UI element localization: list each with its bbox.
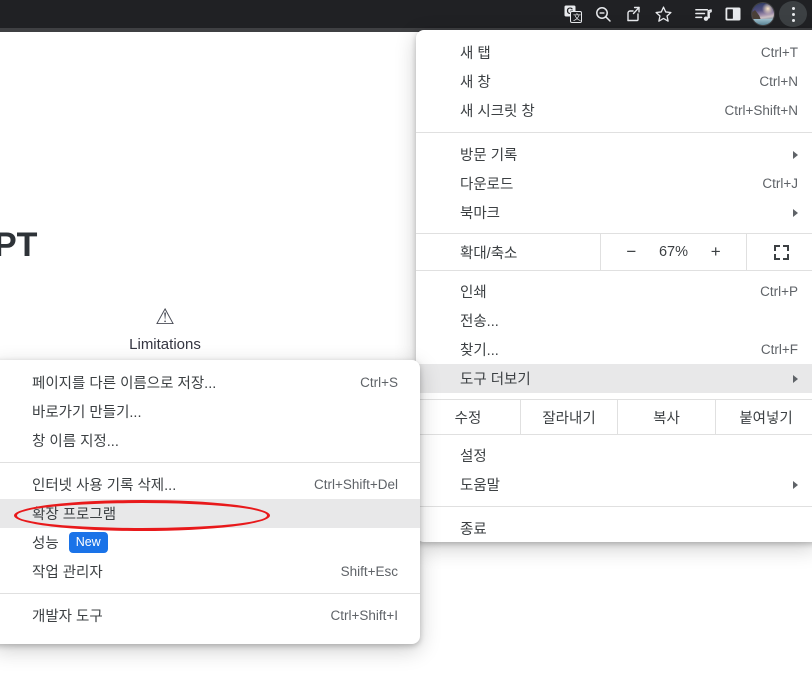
menu-separator: [0, 593, 420, 594]
toolbar-icon-group: G 文: [558, 0, 808, 28]
menu-item-shortcut: Ctrl+N: [735, 74, 798, 89]
menu-item-label: 인터넷 사용 기록 삭제...: [32, 474, 176, 495]
new-badge: New: [69, 532, 108, 554]
limitations-card: ⚠ Limitations: [120, 304, 210, 353]
submenu-item-save-page-as[interactable]: 페이지를 다른 이름으로 저장... Ctrl+S: [0, 368, 420, 397]
menu-item-label: 북마크: [460, 202, 500, 223]
more-tools-submenu: 페이지를 다른 이름으로 저장... Ctrl+S 바로가기 만들기... 창 …: [0, 360, 420, 644]
limitations-caption: Limitations: [120, 336, 210, 353]
menu-item-label: 개발자 도구: [32, 605, 103, 626]
menu-item-label: 인쇄: [460, 281, 487, 302]
menu-item-shortcut: Ctrl+J: [738, 176, 798, 191]
menu-item-label: 종료: [460, 518, 487, 539]
menu-item-shortcut: Ctrl+S: [336, 375, 398, 390]
menu-edit-row: 수정 잘라내기 복사 붙여넣기: [416, 399, 812, 435]
menu-item-shortcut: Ctrl+Shift+Del: [290, 477, 398, 492]
edit-cut-button[interactable]: 잘라내기: [520, 400, 617, 434]
menu-item-shortcut: Ctrl+Shift+I: [306, 608, 398, 623]
fullscreen-button[interactable]: [746, 234, 812, 270]
menu-item-exit[interactable]: 종료: [416, 514, 812, 543]
menu-item-shortcut: Ctrl+P: [736, 284, 798, 299]
menu-item-label: 작업 관리자: [32, 561, 103, 582]
menu-item-label: 방문 기록: [460, 144, 517, 165]
avatar[interactable]: [748, 1, 778, 27]
menu-item-label: 설정: [460, 445, 487, 466]
chevron-right-icon: [793, 375, 798, 383]
edit-copy-button[interactable]: 복사: [617, 400, 715, 434]
google-translate-icon[interactable]: G 文: [558, 1, 588, 27]
menu-item-label: 창 이름 지정...: [32, 430, 119, 451]
zoom-label: 확대/축소: [416, 234, 600, 270]
menu-item-label: 새 창: [460, 71, 491, 92]
submenu-item-task-manager[interactable]: 작업 관리자 Shift+Esc: [0, 557, 420, 586]
menu-item-label: 다운로드: [460, 173, 513, 194]
submenu-item-performance[interactable]: 성능 New: [0, 528, 420, 557]
menu-item-label: 바로가기 만들기...: [32, 401, 142, 422]
bookmark-star-icon[interactable]: [648, 1, 678, 27]
submenu-item-clear-browsing-data[interactable]: 인터넷 사용 기록 삭제... Ctrl+Shift+Del: [0, 470, 420, 499]
menu-item-history[interactable]: 방문 기록: [416, 140, 812, 169]
menu-item-label: 확장 프로그램: [32, 503, 116, 524]
menu-separator: [416, 132, 812, 133]
menu-item-label: 전송...: [460, 310, 499, 331]
chevron-right-icon: [793, 209, 798, 217]
zoom-in-button[interactable]: +: [703, 242, 729, 262]
menu-item-label: 도구 더보기: [460, 368, 531, 389]
zoom-controls: − 67% +: [600, 234, 746, 270]
menu-item-label: 찾기...: [460, 339, 499, 360]
menu-item-label: 새 시크릿 창: [460, 100, 535, 121]
chrome-main-menu: 새 탭 Ctrl+T 새 창 Ctrl+N 새 시크릿 창 Ctrl+Shift…: [416, 30, 812, 542]
submenu-item-extensions[interactable]: 확장 프로그램: [0, 499, 420, 528]
menu-separator: [416, 506, 812, 507]
menu-item-print[interactable]: 인쇄 Ctrl+P: [416, 277, 812, 306]
edit-paste-button[interactable]: 붙여넣기: [715, 400, 812, 434]
menu-item-cast[interactable]: 전송...: [416, 306, 812, 335]
menu-zoom-row: 확대/축소 − 67% +: [416, 233, 812, 271]
menu-item-new-window[interactable]: 새 창 Ctrl+N: [416, 67, 812, 96]
menu-item-find[interactable]: 찾기... Ctrl+F: [416, 335, 812, 364]
menu-item-more-tools[interactable]: 도구 더보기: [416, 364, 812, 393]
screen: PT ⚠ Limitations G 文: [0, 0, 812, 686]
svg-text:文: 文: [573, 12, 581, 22]
menu-item-bookmarks[interactable]: 북마크: [416, 198, 812, 227]
menu-item-new-incognito-window[interactable]: 새 시크릿 창 Ctrl+Shift+N: [416, 96, 812, 125]
menu-item-settings[interactable]: 설정: [416, 441, 812, 470]
menu-item-label: 성능: [32, 532, 59, 553]
menu-item-label: 새 탭: [460, 42, 491, 63]
side-panel-icon[interactable]: [718, 1, 748, 27]
edit-label: 수정: [416, 400, 520, 434]
menu-item-new-tab[interactable]: 새 탭 Ctrl+T: [416, 38, 812, 67]
menu-item-downloads[interactable]: 다운로드 Ctrl+J: [416, 169, 812, 198]
menu-item-label: 도움말: [460, 474, 500, 495]
zoom-level-value: 67%: [659, 244, 688, 260]
chevron-right-icon: [793, 481, 798, 489]
chevron-right-icon: [793, 151, 798, 159]
page-wordmark: PT: [0, 226, 37, 265]
share-icon[interactable]: [618, 1, 648, 27]
menu-item-shortcut: Ctrl+F: [737, 342, 798, 357]
zoom-out-button[interactable]: −: [618, 242, 644, 262]
fullscreen-icon: [774, 245, 789, 260]
submenu-item-name-window[interactable]: 창 이름 지정...: [0, 426, 420, 455]
menu-separator: [0, 462, 420, 463]
menu-item-shortcut: Ctrl+Shift+N: [700, 103, 798, 118]
zoom-out-search-icon[interactable]: [588, 1, 618, 27]
submenu-item-create-shortcut[interactable]: 바로가기 만들기...: [0, 397, 420, 426]
menu-item-help[interactable]: 도움말: [416, 470, 812, 499]
menu-item-shortcut: Ctrl+T: [737, 45, 798, 60]
menu-item-shortcut: Shift+Esc: [317, 564, 398, 579]
chrome-menu-kebab-icon[interactable]: [778, 1, 808, 27]
media-playlist-icon[interactable]: [688, 1, 718, 27]
menu-item-label: 페이지를 다른 이름으로 저장...: [32, 372, 216, 393]
submenu-item-developer-tools[interactable]: 개발자 도구 Ctrl+Shift+I: [0, 601, 420, 630]
warning-triangle-icon: ⚠: [120, 304, 210, 330]
